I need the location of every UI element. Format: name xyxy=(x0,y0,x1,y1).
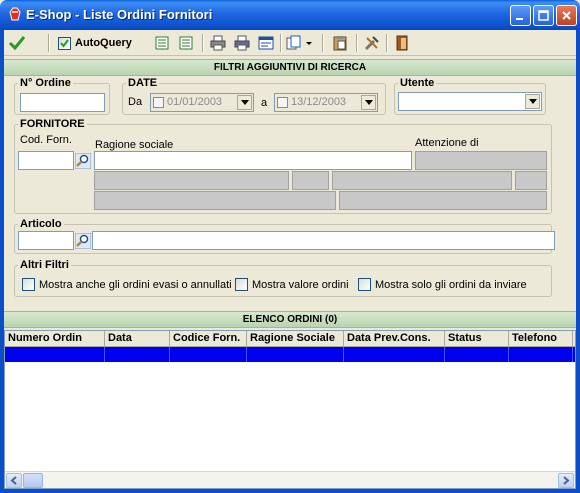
chevron-right-icon xyxy=(563,476,570,485)
filters-header: FILTRI AGGIUNTIVI DI RICERCA xyxy=(4,59,576,76)
supplier-name-label: Ragione sociale xyxy=(95,139,174,151)
supplier-name-input[interactable] xyxy=(94,151,412,170)
show-order-value-label: Mostra valore ordini xyxy=(252,278,349,291)
column-header[interactable]: Data xyxy=(105,331,170,347)
supplier-phone-field xyxy=(94,191,336,210)
column-header[interactable]: Telefono xyxy=(509,331,573,347)
chevron-down-icon[interactable] xyxy=(361,95,376,110)
print-preview-icon xyxy=(234,35,250,51)
window-title: E-Shop - Liste Ordini Fornitori xyxy=(26,7,213,22)
supplier-attention-field xyxy=(415,151,547,170)
article-description-input[interactable] xyxy=(92,231,555,250)
supplier-city-field xyxy=(332,171,512,190)
close-icon xyxy=(562,11,571,20)
check-icon xyxy=(60,38,69,48)
supplier-province-field xyxy=(515,171,547,190)
horizontal-scrollbar[interactable] xyxy=(5,471,575,488)
supplier-legend: FORNITORE xyxy=(20,118,85,130)
export-excel-2-button[interactable] xyxy=(178,32,194,54)
export-excel-icon xyxy=(155,36,169,50)
report-icon xyxy=(258,36,274,50)
date-from-value: 01/01/2003 xyxy=(167,96,223,108)
show-order-value-checkbox[interactable] xyxy=(235,278,248,291)
show-to-send-option[interactable]: Mostra solo gli ordini da inviare xyxy=(358,278,527,291)
column-header[interactable]: Numero Ordin xyxy=(5,331,105,347)
show-closed-orders-checkbox[interactable] xyxy=(22,278,35,291)
copy-dropdown-icon xyxy=(286,35,312,50)
chevron-left-icon xyxy=(10,476,17,485)
supplier-zip-field xyxy=(292,171,329,190)
supplier-code-label: Cod. Forn. xyxy=(20,134,72,146)
export-excel-button[interactable] xyxy=(154,32,170,54)
show-to-send-checkbox[interactable] xyxy=(358,278,371,291)
supplier-lookup-button[interactable] xyxy=(74,152,91,169)
scroll-right-button[interactable] xyxy=(558,473,574,488)
autoquery-checkbox[interactable] xyxy=(58,36,71,50)
show-order-value-option[interactable]: Mostra valore ordini xyxy=(235,278,349,291)
checkmark-icon xyxy=(8,36,26,51)
copy-dropdown-button[interactable] xyxy=(286,32,312,54)
supplier-attention-label: Attenzione di xyxy=(415,137,479,149)
column-header[interactable]: Status xyxy=(445,331,509,347)
scroll-left-button[interactable] xyxy=(6,473,22,488)
app-icon xyxy=(9,7,21,21)
show-closed-orders-option[interactable]: Mostra anche gli ordini evasi o annullat… xyxy=(22,278,232,291)
date-to-checkbox[interactable] xyxy=(277,97,288,108)
show-closed-orders-label: Mostra anche gli ordini evasi o annullat… xyxy=(39,278,232,291)
scroll-thumb[interactable] xyxy=(23,473,43,488)
confirm-button[interactable] xyxy=(8,32,26,54)
article-lookup-button[interactable] xyxy=(74,232,91,249)
title-bar[interactable]: E-Shop - Liste Ordini Fornitori xyxy=(0,0,580,30)
supplier-fax-field xyxy=(339,191,547,210)
clipboard-button[interactable] xyxy=(332,32,348,54)
date-legend: DATE xyxy=(128,77,158,89)
order-number-legend: N° Ordine xyxy=(20,77,71,89)
column-header[interactable]: Data Prev.Cons. xyxy=(344,331,445,347)
report-button[interactable] xyxy=(258,32,274,54)
user-legend: Utente xyxy=(400,77,435,89)
tools-icon xyxy=(364,36,379,51)
user-select[interactable] xyxy=(398,92,542,111)
export-excel-2-icon xyxy=(179,36,193,50)
chevron-down-icon[interactable] xyxy=(525,94,540,109)
print-button[interactable] xyxy=(210,32,226,54)
date-to-label: a xyxy=(261,97,268,109)
article-legend: Articolo xyxy=(20,218,62,230)
magnifier-icon xyxy=(74,152,91,169)
autoquery-label: AutoQuery xyxy=(75,37,132,49)
clipboard-icon xyxy=(333,36,347,51)
orders-header: ELENCO ORDINI (0) xyxy=(4,311,576,328)
maximize-button[interactable] xyxy=(533,5,554,26)
minimize-button[interactable] xyxy=(510,5,531,26)
column-header[interactable]: Ragione Sociale xyxy=(247,331,344,347)
toolbar: AutoQuery xyxy=(4,30,576,56)
order-number-input[interactable] xyxy=(20,93,105,112)
date-from-label: Da xyxy=(128,96,143,108)
chevron-down-icon[interactable] xyxy=(237,95,252,110)
column-header[interactable]: Codice Forn. xyxy=(170,331,247,347)
exit-icon xyxy=(396,35,408,51)
orders-grid-header: Numero Ordin Data Codice Forn. Ragione S… xyxy=(5,331,575,347)
magnifier-icon xyxy=(74,232,91,249)
supplier-code-input[interactable] xyxy=(18,151,74,170)
print-preview-button[interactable] xyxy=(234,32,250,54)
supplier-address-field xyxy=(94,171,289,190)
table-row[interactable] xyxy=(5,347,575,362)
date-from-picker[interactable]: 01/01/2003 xyxy=(150,93,254,112)
date-to-value: 13/12/2003 xyxy=(291,96,347,108)
orders-grid[interactable]: Numero Ordin Data Codice Forn. Ragione S… xyxy=(4,330,576,489)
close-button[interactable] xyxy=(556,5,577,26)
autoquery-toggle[interactable]: AutoQuery xyxy=(58,32,132,54)
show-to-send-label: Mostra solo gli ordini da inviare xyxy=(375,278,527,291)
article-code-input[interactable] xyxy=(18,231,74,250)
other-filters-legend: Altri Filtri xyxy=(20,259,69,271)
minimize-icon xyxy=(516,18,523,20)
print-icon xyxy=(210,35,226,51)
column-header[interactable]: I xyxy=(573,331,575,347)
date-from-checkbox[interactable] xyxy=(153,97,164,108)
date-to-picker[interactable]: 13/12/2003 xyxy=(274,93,378,112)
exit-button[interactable] xyxy=(394,32,410,54)
tools-button[interactable] xyxy=(364,32,380,54)
maximize-icon xyxy=(538,10,549,21)
